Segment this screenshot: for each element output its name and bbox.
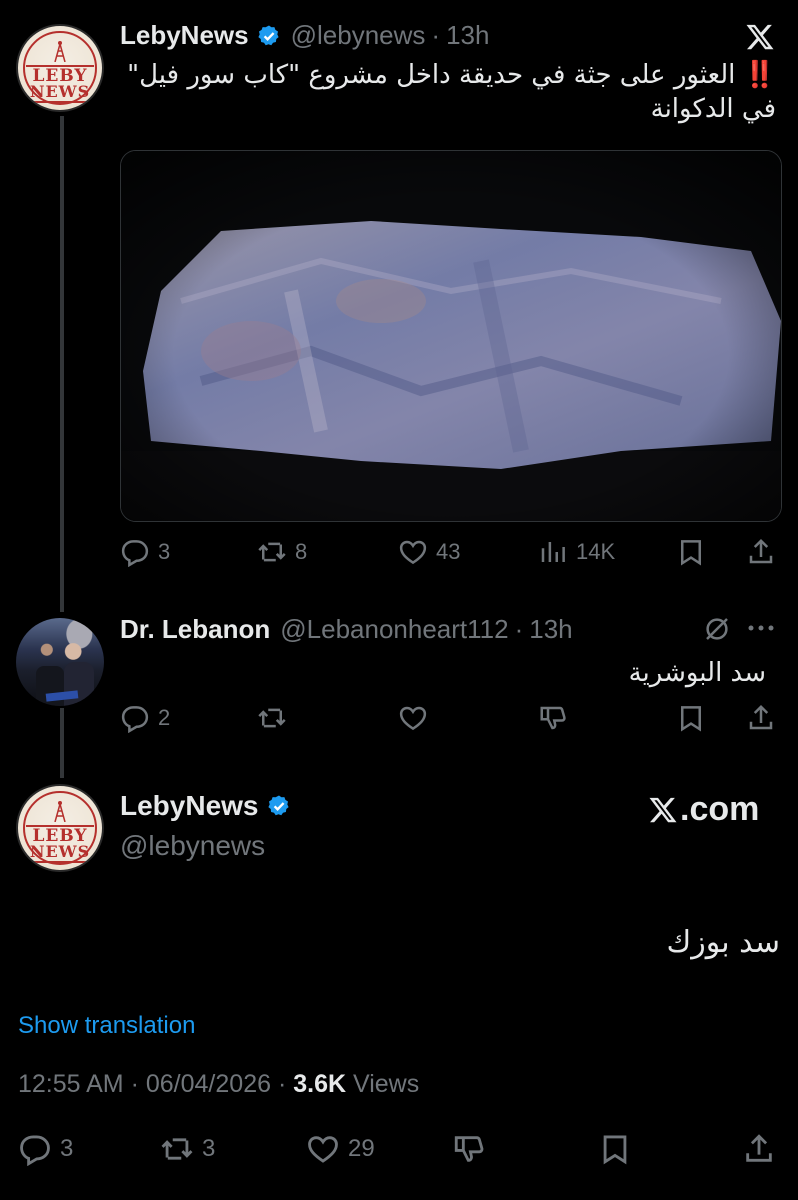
media-photo xyxy=(121,151,781,521)
logo-text: NEWS xyxy=(29,842,91,861)
reply-icon xyxy=(121,540,149,567)
tweet-actions: 3 3 29 xyxy=(0,1132,798,1172)
reply-button[interactable]: 2 xyxy=(120,703,170,733)
tweet-meta: 12:55 AM · 06/04/2026 · 3.6K Views xyxy=(18,1070,419,1099)
views-icon xyxy=(541,542,565,562)
display-name[interactable]: LebyNews xyxy=(120,20,249,51)
x-logo-icon xyxy=(649,797,677,822)
avatar[interactable]: LEBY NEWS xyxy=(16,24,104,112)
tweet-actions: 2 xyxy=(0,700,798,740)
bookmark-button[interactable] xyxy=(676,703,706,733)
x-logo-icon[interactable] xyxy=(744,22,776,52)
retweet-button[interactable]: 3 xyxy=(160,1132,215,1166)
more-icon[interactable] xyxy=(746,618,776,638)
views-button[interactable]: 14K xyxy=(538,537,615,567)
tweet-text: ‼️ العثور على جثة في حديقة داخل مشروع "ك… xyxy=(116,58,776,126)
handle[interactable]: @lebynews xyxy=(120,830,265,862)
verified-badge-icon xyxy=(258,25,279,45)
share-button[interactable] xyxy=(746,703,776,733)
retweet-button[interactable] xyxy=(257,703,287,733)
timestamp[interactable]: 13h xyxy=(446,20,489,51)
handle[interactable]: @lebynews xyxy=(291,20,426,51)
retweet-icon xyxy=(258,708,286,728)
tweet-thread-screen: LEBY NEWS LebyNews @lebynews · 13h ‼️ ال… xyxy=(0,0,798,1200)
like-count: 43 xyxy=(436,539,461,564)
grok-icon[interactable] xyxy=(702,614,732,644)
like-count: 29 xyxy=(348,1135,375,1162)
like-button[interactable] xyxy=(398,703,428,733)
tweet-text: سد بوزك xyxy=(666,925,780,960)
dislike-button[interactable] xyxy=(452,1132,486,1166)
share-icon xyxy=(749,538,773,564)
bookmark-icon xyxy=(603,1135,627,1165)
avatar[interactable]: LEBY NEWS xyxy=(16,784,104,872)
share-button[interactable] xyxy=(746,537,776,567)
tweet-text: سد البوشرية xyxy=(628,658,766,688)
retweet-icon xyxy=(161,1138,193,1160)
retweet-count: 8 xyxy=(295,539,308,564)
watermark-text: .com xyxy=(680,790,760,828)
double-exclamation-icon: ‼️ xyxy=(743,60,776,90)
display-name[interactable]: Dr. Lebanon xyxy=(120,614,270,645)
views-count: 14K xyxy=(576,539,616,564)
tweet-header: LebyNews xyxy=(120,790,291,822)
bookmark-icon xyxy=(681,706,701,732)
dislike-button[interactable] xyxy=(538,703,568,733)
logo-text: NEWS xyxy=(29,82,91,101)
verified-badge-icon xyxy=(267,795,289,816)
handle[interactable]: @Lebanonheart112 xyxy=(280,614,508,645)
tweet-actions: 3 8 43 14K xyxy=(0,534,798,574)
like-button[interactable]: 29 xyxy=(306,1132,375,1166)
like-button[interactable]: 43 xyxy=(398,537,460,567)
reply-button[interactable]: 3 xyxy=(120,537,170,567)
bookmark-icon xyxy=(681,540,701,566)
separator: · xyxy=(130,1070,146,1098)
reply-icon xyxy=(20,1135,50,1166)
separator: · xyxy=(514,614,524,644)
avatar[interactable] xyxy=(16,618,104,706)
show-translation-link[interactable]: Show translation xyxy=(18,1012,195,1040)
display-name[interactable]: LebyNews xyxy=(120,790,259,822)
tweet-time[interactable]: 12:55 AM xyxy=(18,1070,124,1098)
tweet-header: LebyNews @lebynews · 13h xyxy=(120,20,489,51)
reply-button[interactable]: 3 xyxy=(18,1132,73,1166)
bookmark-button[interactable] xyxy=(676,537,706,567)
views-count: 3.6K xyxy=(293,1070,347,1098)
tweet-body: العثور على جثة في حديقة داخل مشروع "كاب … xyxy=(127,60,776,124)
bookmark-button[interactable] xyxy=(598,1132,632,1166)
dislike-icon xyxy=(454,1136,484,1162)
tweet-media-image[interactable] xyxy=(120,150,782,522)
like-icon xyxy=(308,1136,338,1163)
reply-count: 2 xyxy=(158,705,171,730)
share-icon xyxy=(749,704,773,730)
retweet-count: 3 xyxy=(202,1135,216,1162)
retweet-button[interactable]: 8 xyxy=(257,537,307,567)
radio-tower-icon xyxy=(54,801,66,822)
retweet-icon xyxy=(258,542,286,562)
timestamp[interactable]: 13h xyxy=(529,614,572,645)
tweet-header: Dr. Lebanon @Lebanonheart112 · 13h xyxy=(120,614,573,645)
like-icon xyxy=(399,706,427,731)
x-com-watermark: .com xyxy=(648,790,759,829)
separator: · xyxy=(431,20,441,50)
views-label: Views xyxy=(353,1070,420,1098)
reply-count: 3 xyxy=(158,539,171,564)
dislike-icon xyxy=(540,706,566,730)
reply-icon xyxy=(121,706,149,733)
radio-tower-icon xyxy=(54,41,66,62)
like-icon xyxy=(399,540,427,565)
tweet-date[interactable]: 06/04/2026 xyxy=(146,1070,271,1098)
reply-count: 3 xyxy=(60,1135,74,1162)
share-icon xyxy=(746,1134,772,1162)
share-button[interactable] xyxy=(742,1132,776,1166)
separator: · xyxy=(277,1070,294,1098)
